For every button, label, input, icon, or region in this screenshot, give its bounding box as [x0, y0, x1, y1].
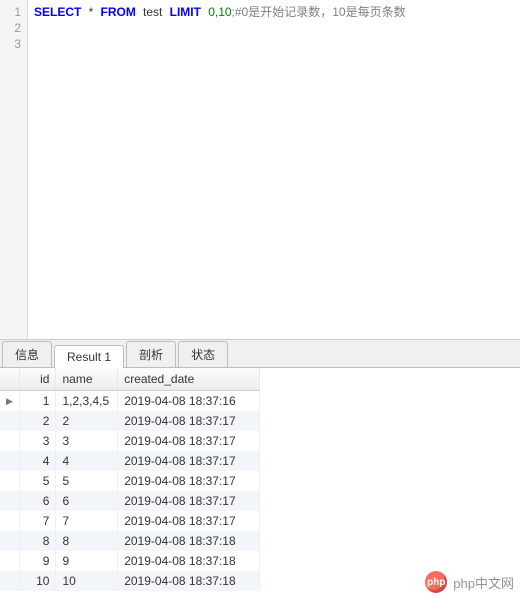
cell-created-date[interactable]: 2019-04-08 18:37:18	[118, 531, 260, 551]
tab-result-1[interactable]: Result 1	[54, 345, 124, 368]
grid-header-name[interactable]: name	[56, 368, 118, 391]
cell-id[interactable]: 8	[19, 531, 56, 551]
cell-name[interactable]: 10	[56, 571, 118, 591]
table-row[interactable]: 4 4 2019-04-08 18:37:17	[0, 451, 260, 471]
token-table: test	[143, 5, 162, 19]
row-marker-icon: ▶	[0, 391, 19, 412]
result-grid-wrapper: id name created_date ▶ 1 1,2,3,4,5 2019-…	[0, 368, 520, 591]
watermark-text: php中文网	[453, 573, 514, 592]
table-row[interactable]: 8 8 2019-04-08 18:37:18	[0, 531, 260, 551]
row-marker	[0, 571, 19, 591]
cell-name[interactable]: 5	[56, 471, 118, 491]
row-marker	[0, 411, 19, 431]
row-marker	[0, 431, 19, 451]
keyword-from: FROM	[100, 5, 135, 19]
table-row[interactable]: 2 2 2019-04-08 18:37:17	[0, 411, 260, 431]
cell-name[interactable]: 2	[56, 411, 118, 431]
cell-id[interactable]: 9	[19, 551, 56, 571]
cell-name[interactable]: 9	[56, 551, 118, 571]
result-tabs: 信息 Result 1 剖析 状态	[0, 340, 520, 368]
cell-created-date[interactable]: 2019-04-08 18:37:16	[118, 391, 260, 412]
cell-id[interactable]: 4	[19, 451, 56, 471]
cell-id[interactable]: 10	[19, 571, 56, 591]
cell-id[interactable]: 6	[19, 491, 56, 511]
cell-name[interactable]: 6	[56, 491, 118, 511]
cell-created-date[interactable]: 2019-04-08 18:37:18	[118, 551, 260, 571]
token-star: *	[89, 5, 94, 19]
cell-created-date[interactable]: 2019-04-08 18:37:18	[118, 571, 260, 591]
cell-created-date[interactable]: 2019-04-08 18:37:17	[118, 431, 260, 451]
table-row[interactable]: 10 10 2019-04-08 18:37:18	[0, 571, 260, 591]
table-row[interactable]: ▶ 1 1,2,3,4,5 2019-04-08 18:37:16	[0, 391, 260, 412]
cell-created-date[interactable]: 2019-04-08 18:37:17	[118, 491, 260, 511]
table-row[interactable]: 5 5 2019-04-08 18:37:17	[0, 471, 260, 491]
table-row[interactable]: 7 7 2019-04-08 18:37:17	[0, 511, 260, 531]
grid-header-marker	[0, 368, 19, 391]
cell-id[interactable]: 2	[19, 411, 56, 431]
result-grid[interactable]: id name created_date ▶ 1 1,2,3,4,5 2019-…	[0, 368, 260, 591]
cell-created-date[interactable]: 2019-04-08 18:37:17	[118, 471, 260, 491]
row-marker	[0, 511, 19, 531]
cell-id[interactable]: 1	[19, 391, 56, 412]
row-marker	[0, 471, 19, 491]
sql-editor[interactable]: 1 2 3 SELECT * FROM test LIMIT 0,10;#0是开…	[0, 0, 520, 340]
table-row[interactable]: 9 9 2019-04-08 18:37:18	[0, 551, 260, 571]
editor-gutter: 1 2 3	[0, 0, 28, 339]
cell-id[interactable]: 7	[19, 511, 56, 531]
line-number: 1	[0, 4, 27, 20]
token-limit-args: 0,10	[208, 5, 231, 19]
cell-name[interactable]: 1,2,3,4,5	[56, 391, 118, 412]
row-marker	[0, 451, 19, 471]
cell-id[interactable]: 3	[19, 431, 56, 451]
table-row[interactable]: 3 3 2019-04-08 18:37:17	[0, 431, 260, 451]
tab-info[interactable]: 信息	[2, 341, 52, 367]
keyword-select: SELECT	[34, 5, 81, 19]
grid-header-id[interactable]: id	[19, 368, 56, 391]
row-marker	[0, 531, 19, 551]
grid-header-created-date[interactable]: created_date	[118, 368, 260, 391]
cell-name[interactable]: 8	[56, 531, 118, 551]
cell-name[interactable]: 4	[56, 451, 118, 471]
line-number: 2	[0, 20, 27, 36]
cell-id[interactable]: 5	[19, 471, 56, 491]
grid-header-row: id name created_date	[0, 368, 260, 391]
editor-code[interactable]: SELECT * FROM test LIMIT 0,10;#0是开始记录数，1…	[28, 0, 520, 339]
keyword-limit: LIMIT	[170, 5, 201, 19]
table-row[interactable]: 6 6 2019-04-08 18:37:17	[0, 491, 260, 511]
watermark-logo-icon: php	[425, 571, 447, 593]
watermark: php php中文网	[425, 571, 514, 593]
line-number: 3	[0, 36, 27, 52]
cell-created-date[interactable]: 2019-04-08 18:37:17	[118, 411, 260, 431]
row-marker	[0, 491, 19, 511]
cell-name[interactable]: 7	[56, 511, 118, 531]
tab-profile[interactable]: 剖析	[126, 341, 176, 367]
token-comment: ;#0是开始记录数，10是每页条数	[232, 5, 406, 19]
cell-name[interactable]: 3	[56, 431, 118, 451]
cell-created-date[interactable]: 2019-04-08 18:37:17	[118, 451, 260, 471]
tab-status[interactable]: 状态	[178, 341, 228, 367]
grid-body: ▶ 1 1,2,3,4,5 2019-04-08 18:37:16 2 2 20…	[0, 391, 260, 592]
row-marker	[0, 551, 19, 571]
cell-created-date[interactable]: 2019-04-08 18:37:17	[118, 511, 260, 531]
